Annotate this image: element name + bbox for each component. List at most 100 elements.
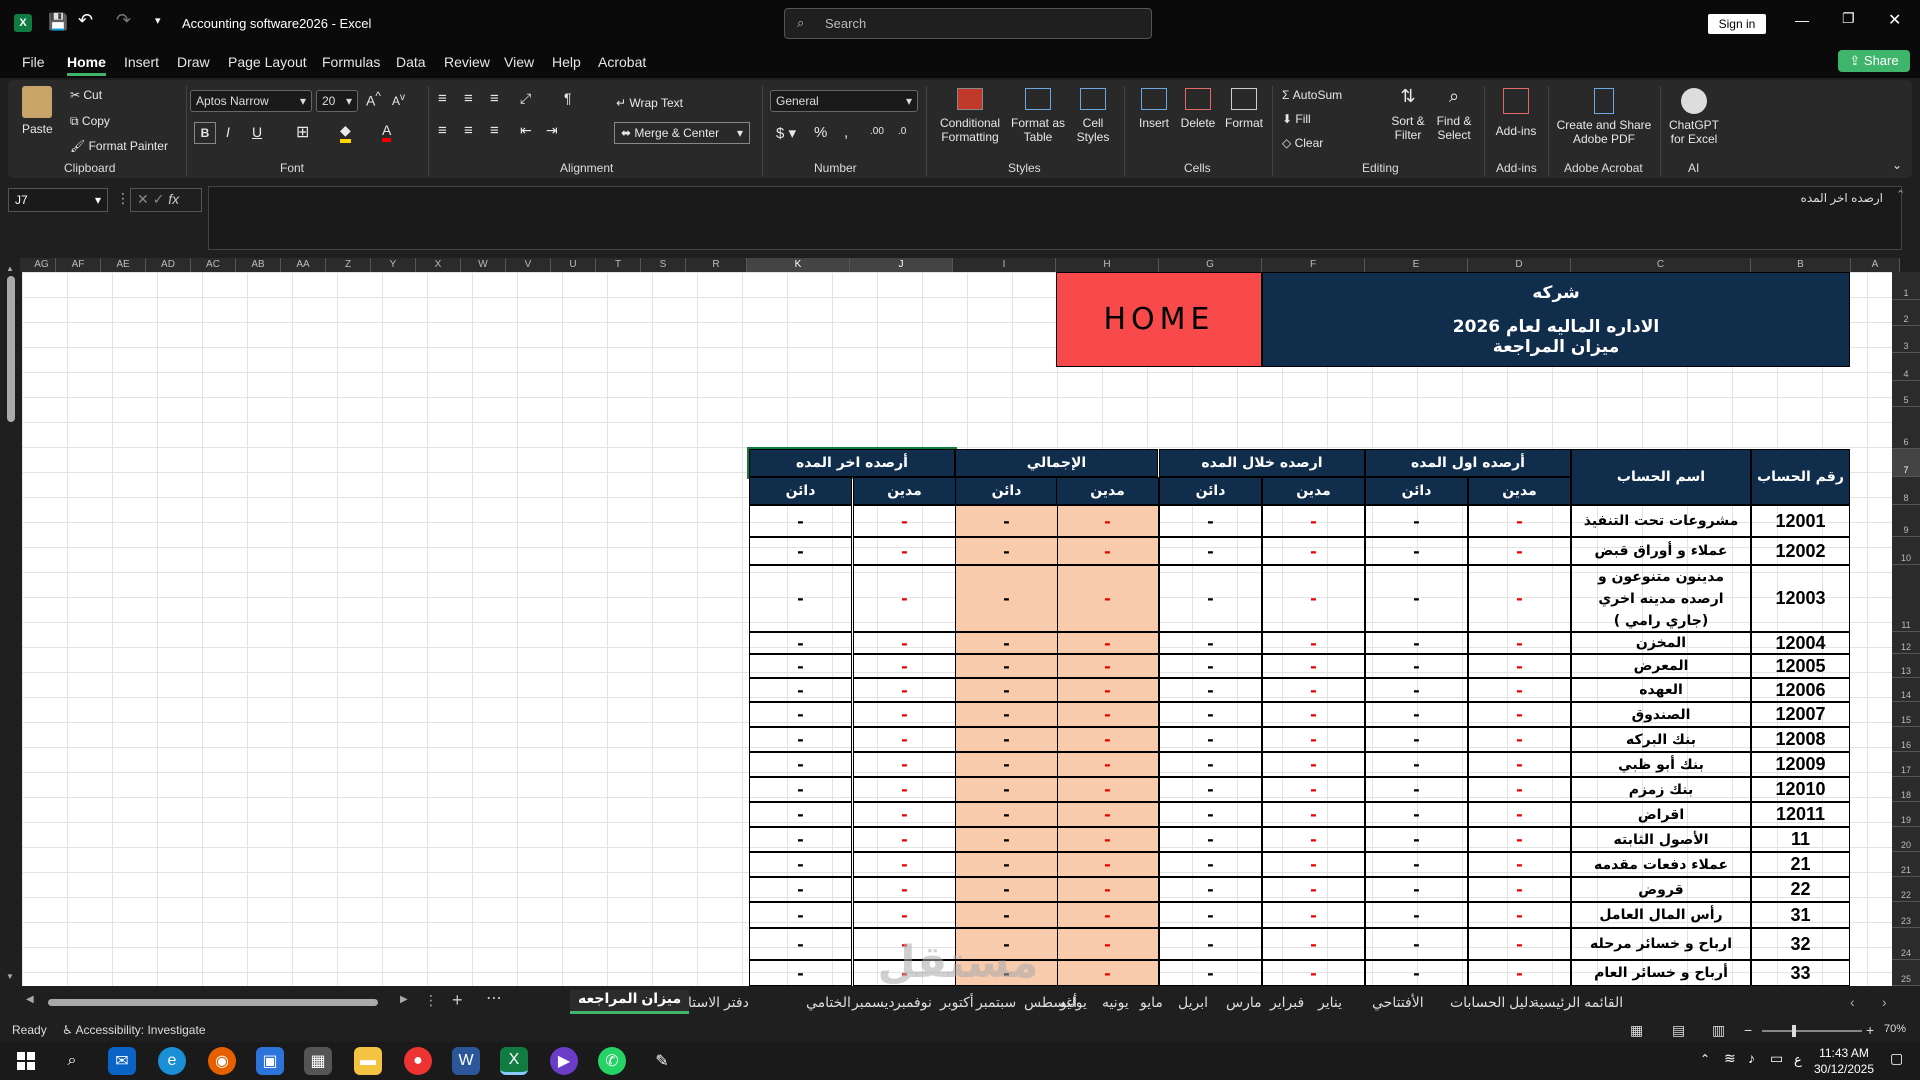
balance-cell[interactable]: - (1468, 877, 1571, 902)
sign-in-button[interactable]: Sign in (1708, 14, 1766, 34)
row-header[interactable]: 14 (1892, 678, 1920, 702)
col-header[interactable]: Z (326, 258, 371, 272)
col-header-selected[interactable]: J (850, 258, 953, 272)
balance-cell[interactable]: - (749, 802, 852, 827)
align-right-icon[interactable]: ≡ (490, 122, 499, 139)
row-header[interactable]: 10 (1892, 537, 1920, 565)
balance-cell[interactable]: - (1468, 802, 1571, 827)
balance-cell[interactable]: - (749, 752, 852, 777)
account-number[interactable]: 12003 (1751, 565, 1850, 632)
row-header[interactable]: 15 (1892, 702, 1920, 727)
balance-cell[interactable]: - (749, 654, 852, 678)
balance-cell[interactable]: - (1468, 565, 1571, 632)
balance-cell[interactable]: - (1056, 654, 1159, 678)
balance-cell[interactable]: - (1159, 727, 1262, 752)
balance-cell[interactable]: - (1468, 505, 1571, 537)
balance-cell[interactable]: - (1365, 802, 1468, 827)
sheet-tab[interactable]: يونيه (1102, 994, 1129, 1011)
balance-cell[interactable]: - (853, 537, 956, 565)
wifi-icon[interactable]: ≋ (1724, 1050, 1736, 1067)
balance-cell[interactable]: - (955, 877, 1058, 902)
balance-cell[interactable]: - (1159, 752, 1262, 777)
account-number[interactable]: 11 (1751, 827, 1850, 852)
account-number[interactable]: 12002 (1751, 537, 1850, 565)
row-header[interactable]: 5 (1892, 381, 1920, 407)
zoom-out-icon[interactable]: − (1744, 1022, 1752, 1038)
row-header[interactable]: 6 (1892, 407, 1920, 449)
normal-view-icon[interactable]: ▦ (1630, 1022, 1643, 1039)
volume-icon[interactable]: ♪ (1748, 1050, 1755, 1066)
account-name[interactable]: قروض (1571, 877, 1751, 902)
col-header[interactable]: I (953, 258, 1056, 272)
balance-cell[interactable]: - (1365, 654, 1468, 678)
menu-file[interactable]: File (22, 54, 45, 70)
decrease-decimal-icon[interactable]: .0 (898, 126, 906, 137)
sheet-tab[interactable]: ابريل (1178, 994, 1208, 1011)
balance-cell[interactable]: - (1365, 852, 1468, 877)
balance-cell[interactable]: - (1468, 752, 1571, 777)
menu-insert[interactable]: Insert (124, 54, 159, 70)
balance-cell[interactable]: - (749, 537, 852, 565)
save-icon[interactable]: 💾 (48, 12, 68, 32)
balance-cell[interactable]: - (1056, 702, 1159, 727)
italic-button[interactable]: I (226, 124, 230, 140)
balance-cell[interactable]: - (1262, 902, 1365, 928)
row-header[interactable]: 4 (1892, 353, 1920, 381)
col-header[interactable]: G (1159, 258, 1262, 272)
balance-cell[interactable]: - (1262, 960, 1365, 986)
menu-help[interactable]: Help (552, 54, 581, 70)
col-header[interactable]: AB (236, 258, 281, 272)
sheet-tab[interactable]: الأفتتاحي (1372, 994, 1424, 1011)
menu-review[interactable]: Review (444, 54, 490, 70)
balance-cell[interactable]: - (955, 752, 1058, 777)
balance-cell[interactable]: - (1159, 960, 1262, 986)
orientation-icon[interactable]: ⤢ (520, 90, 531, 107)
font-name-select[interactable]: Aptos Narrow ▾ (190, 90, 312, 112)
balance-cell[interactable]: - (749, 505, 852, 537)
h-scroll-thumb[interactable] (48, 999, 378, 1006)
balance-cell[interactable]: - (1468, 537, 1571, 565)
balance-cell[interactable]: - (1365, 702, 1468, 727)
col-header[interactable]: R (686, 258, 747, 272)
balance-cell[interactable]: - (1468, 632, 1571, 654)
balance-cell[interactable]: - (1056, 632, 1159, 654)
function-icon[interactable]: fx (168, 191, 179, 207)
balance-cell[interactable]: - (1365, 752, 1468, 777)
horizontal-scrollbar[interactable]: ◀ ▶ (26, 994, 412, 1008)
account-number[interactable]: 12006 (1751, 678, 1850, 702)
fill-color-icon[interactable]: ◆ (340, 122, 351, 143)
balance-cell[interactable]: - (1365, 565, 1468, 632)
row-header[interactable]: 2 (1892, 300, 1920, 326)
balance-cell[interactable]: - (749, 678, 852, 702)
col-header[interactable]: F (1262, 258, 1365, 272)
row-header[interactable]: 18 (1892, 777, 1920, 802)
balance-cell[interactable]: - (853, 960, 956, 986)
tray-chevron-icon[interactable]: ⌃ (1700, 1052, 1710, 1066)
balance-cell[interactable]: - (749, 960, 852, 986)
row-header[interactable]: 20 (1892, 827, 1920, 852)
format-cells-button[interactable]: Format (1222, 88, 1266, 130)
balance-cell[interactable]: - (1262, 928, 1365, 960)
balance-cell[interactable]: - (1159, 827, 1262, 852)
balance-cell[interactable]: - (1159, 632, 1262, 654)
word-icon[interactable]: W (452, 1047, 480, 1075)
menu-acrobat[interactable]: Acrobat (598, 54, 646, 70)
balance-cell[interactable]: - (853, 752, 956, 777)
balance-cell[interactable]: - (1468, 902, 1571, 928)
balance-cell[interactable]: - (853, 877, 956, 902)
balance-cell[interactable]: - (1365, 505, 1468, 537)
col-header[interactable]: S (641, 258, 686, 272)
whatsapp-icon[interactable]: ✆ (598, 1047, 626, 1075)
balance-cell[interactable]: - (1056, 777, 1159, 802)
balance-cell[interactable]: - (749, 902, 852, 928)
col-header[interactable]: AC (191, 258, 236, 272)
redo-icon[interactable]: ↷ (116, 10, 131, 31)
more-sheets-icon[interactable]: ⋯ (486, 988, 502, 1008)
name-box[interactable]: J7 ▾ (8, 188, 108, 212)
menu-home[interactable]: Home (67, 54, 106, 76)
increase-decimal-icon[interactable]: .00 (870, 126, 884, 137)
sheet-tab[interactable]: يناير (1318, 994, 1342, 1011)
clock[interactable]: 11:43 AM 30/12/2025 (1808, 1045, 1880, 1077)
decrease-indent-icon[interactable]: ⇤ (520, 122, 532, 139)
battery-icon[interactable]: ▭ (1770, 1050, 1783, 1067)
